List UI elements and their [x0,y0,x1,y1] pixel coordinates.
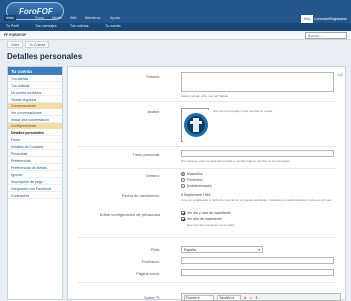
divider [78,101,336,102]
sidebar-item-alertas[interactable]: Tus alertas [8,75,62,82]
sidebar-item-suscripcion[interactable]: Suscripción de pago [8,178,62,185]
avatar-image[interactable] [181,108,209,142]
nav-ayuda[interactable]: Ayuda [110,16,120,20]
checkbox-checked-icon[interactable] [181,211,185,216]
avatar-label: Avatar: [147,109,160,114]
top-bar: ForoFOF Inicio Foros Media Wiki Miembros… [0,0,351,23]
estado-textarea[interactable] [181,72,334,92]
genero-option-label: Femenino [187,178,203,182]
details-form: Estado: 140 Estado actual: ¡Ola, que tal… [67,66,346,301]
sub-nav: Tu Perfil Tus mensajes Tus noticias Tu c… [0,23,351,31]
subnav-mensajes[interactable]: Tus mensajes [35,24,57,28]
sidebar-header: Tu cuenta [8,67,62,75]
smiley-icon[interactable]: ☺ [249,296,253,300]
divider [78,146,336,147]
nav-foros[interactable]: Foros [35,16,44,20]
size-select[interactable]: Tamaño ▾ [216,295,241,301]
size-select-value: Tamaño [218,296,232,300]
fecha-hint: Una vez establecida tu fecha de nacimien… [181,198,332,202]
genero-option-masculino[interactable]: Masculino [181,172,203,177]
sidebar-item-facebook[interactable]: Integración con Facebook [8,185,62,192]
sidebar-item-recibidos[interactable]: Mi cuenta recibidos [8,89,62,96]
color-icon[interactable]: A [244,296,246,300]
sidebar-item-firma[interactable]: Firma [8,136,62,143]
sidebar-item-ignorar[interactable]: Ignorar [8,171,62,178]
avatar-emblem-icon [183,110,209,142]
genero-label: Género: [145,173,160,178]
pais-select[interactable]: España ▾ [181,246,263,253]
genero-option-label: (Indeterminado) [187,184,212,188]
account-sidebar: Tu cuenta Tus alertas Tus noticias Mi cu… [7,66,63,300]
divider [78,282,336,283]
radio-selected-icon[interactable] [181,172,185,177]
sidebar-item-pref-alertas[interactable]: Preferencias de alertas [8,164,62,171]
breadcrumb-cuenta[interactable]: Tu Cuenta [25,41,50,48]
nav-wiki[interactable]: Wiki [70,16,77,20]
pagina-label: Página inicio: [136,271,160,276]
titulo-hint: Si lo deseas, este reemplazará el título… [181,159,291,163]
checkbox-label: Ver año de nacimiento [187,217,222,221]
subnav-perfil[interactable]: Tu Perfil [6,24,19,28]
pagina-input[interactable] [181,269,334,276]
estado-label: Estado: [146,74,160,79]
register-link[interactable]: Conectar/Registrarse [314,15,347,23]
estado-char-count: 140 [337,73,343,77]
format-icon[interactable]: ¶ [256,296,258,300]
sidebar-item-iniciar-conversacion[interactable]: Iniciar otra conversación [8,116,62,123]
sidebar-item-contrasena[interactable]: Contraseña [8,192,62,199]
radio-icon[interactable] [181,178,185,183]
profesion-input[interactable] [181,257,334,264]
radio-icon[interactable] [181,184,185,189]
genero-option-label: Masculino [187,172,203,176]
profesion-label: Profesión: [141,259,160,264]
subnav-noticias[interactable]: Tus noticias [70,24,89,28]
estado-hint: Estado actual: ¡Ola, que tal! Saludo [181,94,229,98]
page-title: Detalles personales [7,52,83,61]
font-select[interactable]: Fuente ▾ [184,295,214,301]
sidebar-item-preferencias[interactable]: Preferencias [8,157,62,164]
user-menu[interactable]: Key [301,15,313,23]
titulo-input[interactable] [181,150,334,157]
sobre-label: Sobre Ti: [143,295,160,300]
sidebar-item-temas[interactable]: Temas seguidos [8,96,62,103]
divider [78,237,336,238]
sidebar-item-ver-conversaciones[interactable]: Ver conversaciones [8,109,62,116]
checkbox-label: Ver dia y mes de nacimiento [187,211,231,215]
sidebar-item-contacto[interactable]: Detalles de Contacto [8,143,62,150]
nav-media[interactable]: Media [52,16,62,20]
fecha-value: 5 Septiembre 1959 [181,193,211,197]
pais-selected-value: España [184,248,196,252]
toolbar: FF FOROFOF [0,31,351,40]
sidebar-item-noticias[interactable]: Tus noticias [8,82,62,89]
genero-option-femenino[interactable]: Femenino [181,178,203,183]
avatar-hint: Haz clic en la imagen para cambiar tu av… [213,109,274,113]
main-nav: Inicio Foros Media Wiki Miembros Ayuda [0,15,351,23]
checkbox-dia-mes[interactable]: Ver dia y mes de nacimiento [181,211,231,216]
sidebar-item-privacidad[interactable]: Privacidad [8,150,62,157]
nav-miembros[interactable]: Miembros [85,16,100,20]
breadcrumb-inicio[interactable]: Inicio [7,41,24,48]
titulo-label: Título personal: [132,152,160,157]
subnav-cuenta[interactable]: Tu cuenta [105,24,120,28]
fecha-label: Fecha de nacimiento: [121,193,160,198]
search-input[interactable] [305,32,347,39]
sidebar-item-detalles[interactable]: Detalles personales [8,129,62,136]
genero-option-indeterminado[interactable]: (Indeterminado) [181,184,212,189]
checkbox-hint: Esto permite a la gente ver tu edad. [187,223,235,227]
checkbox-ano[interactable]: Ver año de nacimiento [181,217,222,222]
font-select-value: Fuente [186,296,197,300]
privacidad-label: Editar configuración de privacidad [99,212,160,217]
checkbox-checked-icon[interactable] [181,217,185,222]
toolbar-logo: FF FOROFOF [4,33,27,37]
pais-label: País: [150,247,160,252]
nav-inicio[interactable]: Inicio [4,15,17,21]
divider [78,168,336,169]
chevron-down-icon: ▾ [258,248,260,252]
